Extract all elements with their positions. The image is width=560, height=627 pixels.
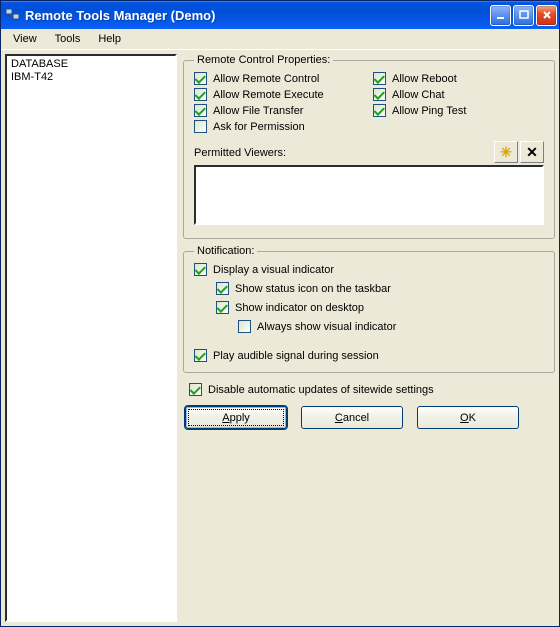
- sparkle-new-icon: ✳: [500, 144, 512, 161]
- checkbox-icon: [373, 72, 386, 85]
- ok-button[interactable]: OK: [417, 406, 519, 429]
- chk-allow-reboot[interactable]: Allow Reboot: [373, 72, 544, 85]
- remove-viewer-button[interactable]: ✕: [520, 141, 544, 163]
- checkbox-icon: [194, 120, 207, 133]
- mnemonic: O: [460, 412, 469, 424]
- mnemonic: C: [335, 412, 343, 424]
- chk-label: Disable automatic updates of sitewide se…: [208, 384, 434, 396]
- chk-always-show[interactable]: Always show visual indicator: [238, 320, 544, 333]
- chk-label: Play audible signal during session: [213, 350, 379, 362]
- checkbox-icon: [194, 349, 207, 362]
- chk-visual-indicator[interactable]: Display a visual indicator: [194, 263, 544, 276]
- menu-tools[interactable]: Tools: [47, 31, 89, 47]
- chk-indicator-desktop[interactable]: Show indicator on desktop: [216, 301, 544, 314]
- chk-allow-remote-execute[interactable]: Allow Remote Execute: [194, 88, 365, 101]
- permitted-viewers-label: Permitted Viewers:: [194, 146, 286, 159]
- chk-label: Show indicator on desktop: [235, 302, 364, 314]
- group-notification-legend: Notification:: [194, 245, 257, 257]
- btn-label-rest: K: [469, 412, 476, 424]
- chk-ask-permission[interactable]: Ask for Permission: [194, 120, 365, 133]
- app-window: Remote Tools Manager (Demo) View Tools H…: [0, 0, 560, 627]
- dialog-buttons: Apply Cancel OK: [183, 404, 555, 433]
- chk-allow-chat[interactable]: Allow Chat: [373, 88, 544, 101]
- menu-view[interactable]: View: [5, 31, 45, 47]
- group-remote-control: Remote Control Properties: Allow Remote …: [183, 54, 555, 239]
- window-title: Remote Tools Manager (Demo): [25, 8, 490, 23]
- delete-x-icon: ✕: [526, 144, 538, 161]
- checkbox-icon: [194, 263, 207, 276]
- computer-list[interactable]: DATABASE IBM-T42: [5, 54, 177, 622]
- chk-label: Allow Remote Execute: [213, 89, 324, 101]
- permitted-viewers-list[interactable]: [194, 165, 544, 225]
- chk-label: Allow File Transfer: [213, 105, 303, 117]
- checkbox-icon: [216, 301, 229, 314]
- window-buttons: [490, 5, 557, 26]
- mnemonic: A: [222, 412, 229, 424]
- checkbox-icon: [194, 104, 207, 117]
- menu-help[interactable]: Help: [90, 31, 129, 47]
- checkbox-icon: [373, 88, 386, 101]
- apply-button[interactable]: Apply: [185, 406, 287, 429]
- checkbox-icon: [216, 282, 229, 295]
- chk-taskbar-icon[interactable]: Show status icon on the taskbar: [216, 282, 544, 295]
- close-button[interactable]: [536, 5, 557, 26]
- chk-label: Display a visual indicator: [213, 264, 334, 276]
- menubar: View Tools Help: [1, 29, 559, 50]
- list-item[interactable]: DATABASE: [11, 58, 171, 71]
- add-viewer-button[interactable]: ✳: [494, 141, 518, 163]
- checkbox-icon: [194, 72, 207, 85]
- chk-disable-sitewide-updates[interactable]: Disable automatic updates of sitewide se…: [189, 383, 434, 396]
- app-icon: [5, 7, 21, 23]
- chk-audible-signal[interactable]: Play audible signal during session: [194, 349, 544, 362]
- chk-label: Show status icon on the taskbar: [235, 283, 391, 295]
- chk-label: Allow Ping Test: [392, 105, 466, 117]
- chk-allow-remote-control[interactable]: Allow Remote Control: [194, 72, 365, 85]
- group-notification: Notification: Display a visual indicator…: [183, 245, 555, 373]
- list-item[interactable]: IBM-T42: [11, 71, 171, 84]
- cancel-button[interactable]: Cancel: [301, 406, 403, 429]
- group-remote-legend: Remote Control Properties:: [194, 54, 333, 66]
- client-area: DATABASE IBM-T42 Remote Control Properti…: [1, 50, 559, 626]
- chk-label: Allow Remote Control: [213, 73, 319, 85]
- btn-label-rest: ancel: [343, 412, 369, 424]
- properties-pane: Remote Control Properties: Allow Remote …: [183, 54, 555, 622]
- btn-label-rest: pply: [230, 412, 250, 424]
- checkbox-icon: [194, 88, 207, 101]
- chk-allow-file-transfer[interactable]: Allow File Transfer: [194, 104, 365, 117]
- maximize-button[interactable]: [513, 5, 534, 26]
- titlebar[interactable]: Remote Tools Manager (Demo): [1, 1, 559, 29]
- checkbox-icon: [373, 104, 386, 117]
- chk-label: Always show visual indicator: [257, 321, 396, 333]
- chk-label: Allow Reboot: [392, 73, 457, 85]
- chk-label: Allow Chat: [392, 89, 445, 101]
- chk-label: Ask for Permission: [213, 121, 305, 133]
- checkbox-icon: [189, 383, 202, 396]
- minimize-button[interactable]: [490, 5, 511, 26]
- chk-allow-ping-test[interactable]: Allow Ping Test: [373, 104, 544, 117]
- checkbox-icon: [238, 320, 251, 333]
